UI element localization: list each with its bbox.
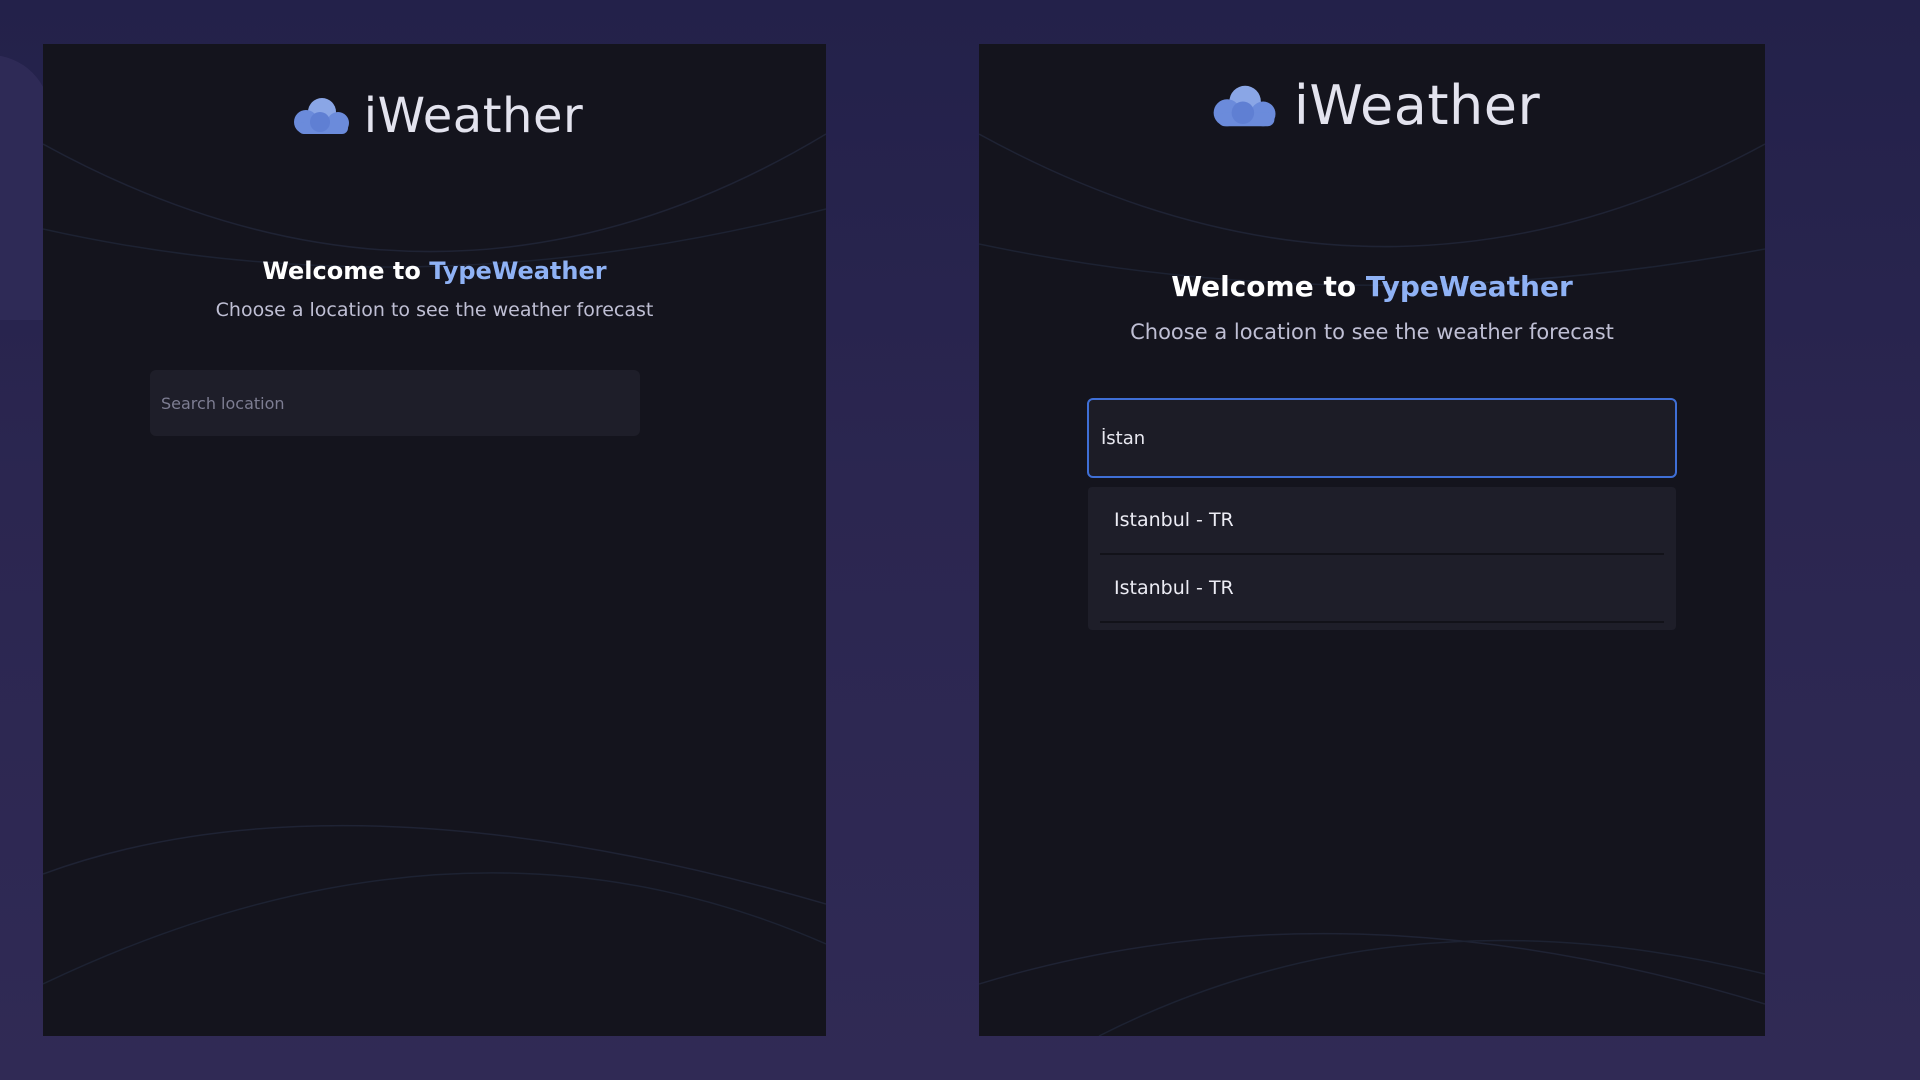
search-input[interactable] [161, 393, 629, 413]
welcome-prefix: Welcome to [1171, 270, 1357, 303]
welcome-subtitle: Choose a location to see the weather for… [215, 299, 654, 321]
search-input[interactable] [1101, 427, 1663, 449]
welcome-screen-empty: iWeather Welcome to TypeWeather Choose a… [43, 44, 826, 1036]
suggestion-label: Istanbul - TR [1114, 509, 1234, 531]
suggestion-item[interactable]: Istanbul - TR [1100, 487, 1664, 555]
app-logo: iWeather [979, 74, 1765, 137]
welcome-heading: Welcome to TypeWeather [979, 270, 1765, 303]
welcome-screen-search: iWeather Welcome to TypeWeather Choose a… [979, 44, 1765, 1036]
background-waves [43, 133, 826, 985]
welcome-prefix: Welcome to [262, 257, 421, 285]
app-logo: iWeather [43, 88, 826, 144]
search-field[interactable] [150, 370, 640, 436]
welcome-heading: Welcome to TypeWeather [43, 257, 826, 285]
cloud-icon [293, 98, 349, 134]
app-name: iWeather [363, 88, 584, 144]
suggestion-label: Istanbul - TR [1114, 577, 1234, 599]
search-field[interactable] [1087, 398, 1677, 478]
brand-name: TypeWeather [1365, 270, 1573, 303]
cloud-icon [1213, 85, 1276, 126]
welcome-subtitle: Choose a location to see the weather for… [1130, 320, 1614, 344]
suggestion-item[interactable]: Istanbul - TR [1100, 555, 1664, 623]
location-suggestions: Istanbul - TR Istanbul - TR [1088, 487, 1676, 630]
app-name: iWeather [1293, 74, 1541, 137]
brand-name: TypeWeather [429, 257, 607, 285]
